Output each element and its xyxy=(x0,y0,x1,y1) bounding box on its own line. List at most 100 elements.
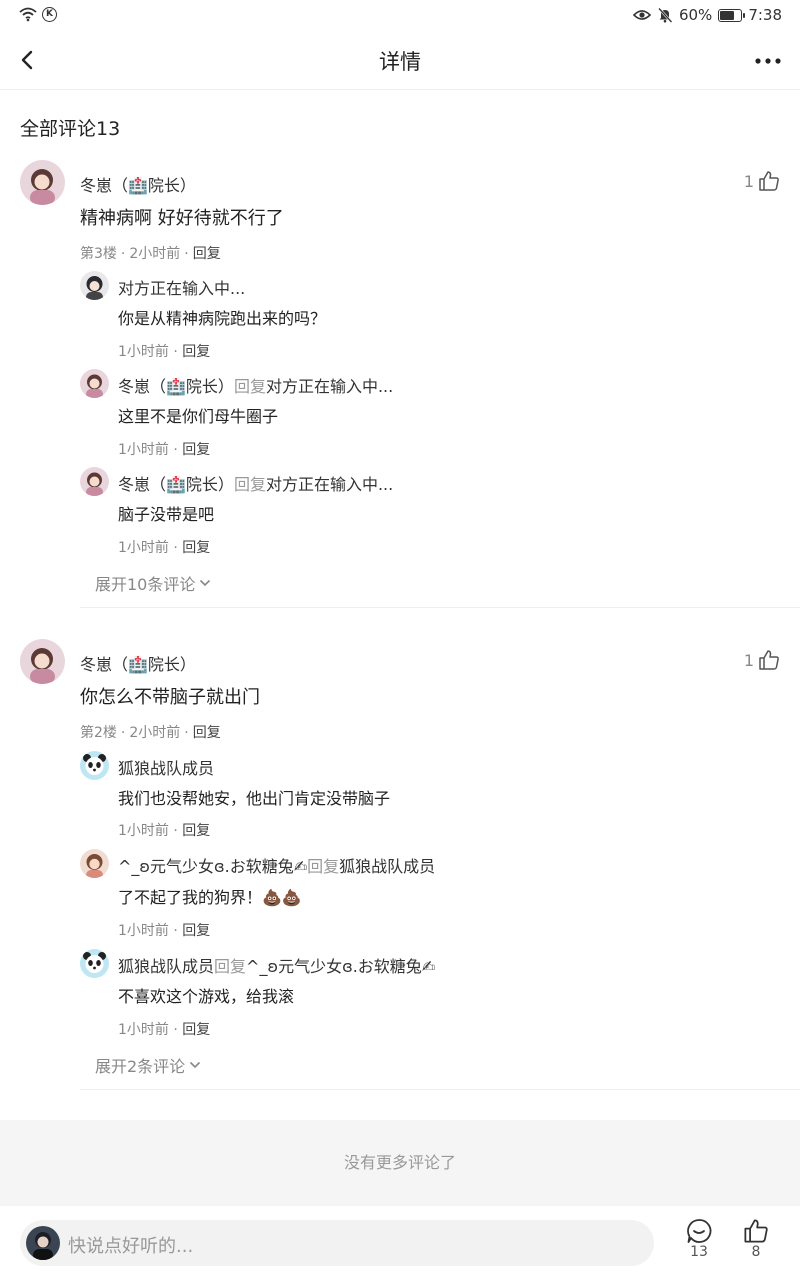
clock: 7:38 xyxy=(748,6,782,24)
no-more-comments: 没有更多评论了 xyxy=(0,1120,800,1206)
reply-author[interactable]: 冬崽（🏥院长） xyxy=(118,475,234,494)
dark-hair-avatar-icon xyxy=(80,271,109,300)
reply-time: 1小时前 xyxy=(118,540,169,556)
wifi-icon xyxy=(19,7,37,22)
anime-girl-avatar-icon xyxy=(80,369,109,398)
battery-percent: 60% xyxy=(678,6,713,24)
status-bar: K 60% 7:38 xyxy=(0,0,800,32)
divider xyxy=(80,1089,800,1090)
reply-author[interactable]: 狐狼战队成员 xyxy=(118,957,214,976)
panda-avatar-icon xyxy=(80,751,109,780)
reply-text: 这里不是你们母牛圈子 xyxy=(118,407,279,426)
status-left: K xyxy=(18,6,57,22)
more-button[interactable] xyxy=(754,48,784,74)
reply-meta: 1小时前 · 回复 xyxy=(118,923,211,939)
reply-author[interactable]: ^_ʚ元气少女ɞ.お软糖兔✍ xyxy=(118,857,307,876)
nav-header: 详情 xyxy=(0,32,800,90)
reply-username: ^_ʚ元气少女ɞ.お软糖兔✍回复狐狼战队成员 xyxy=(118,853,435,877)
thumbs-up-icon xyxy=(759,650,779,670)
chevron-down-icon xyxy=(190,1061,201,1069)
like-button[interactable]: 1 xyxy=(744,649,780,671)
expand-replies-button[interactable]: 展开10条评论 xyxy=(95,571,211,595)
reply-meta: 1小时前 · 回复 xyxy=(118,344,211,360)
reply-target[interactable]: ^_ʚ元气少女ɞ.お软糖兔✍ xyxy=(246,957,435,976)
comment-meta: 第3楼 · 2小时前 · 回复 xyxy=(80,246,221,262)
reply-button[interactable]: 回复 xyxy=(182,1022,210,1038)
reply-text: 你是从精神病院跑出来的吗？ xyxy=(118,309,327,328)
battery-icon xyxy=(718,8,746,22)
anime-girl-avatar-icon xyxy=(20,160,65,205)
reply-time: 1小时前 xyxy=(118,923,169,939)
battery-level xyxy=(720,10,734,20)
panda-avatar-icon xyxy=(80,949,109,978)
reply-time: 1小时前 xyxy=(118,344,169,360)
reply-time: 1小时前 xyxy=(118,442,169,458)
reply-author[interactable]: 冬崽（🏥院长） xyxy=(118,377,234,396)
avatar[interactable] xyxy=(80,369,109,398)
avatar[interactable] xyxy=(80,949,109,978)
comment-time: 2小时前 xyxy=(129,246,181,262)
k-badge-icon: K xyxy=(42,6,57,22)
reply-button[interactable]: 回复 xyxy=(182,923,210,939)
comment-input[interactable]: 快说点好听的... xyxy=(20,1220,654,1266)
reply-word: 回复 xyxy=(214,957,247,976)
thumbs-up-icon xyxy=(759,171,779,191)
reply-text: 脑子没带是吧 xyxy=(118,505,215,524)
reply-target[interactable]: 对方正在输入中... xyxy=(266,377,393,396)
reply-button[interactable]: 回复 xyxy=(182,344,210,360)
reply-username[interactable]: 对方正在输入中... xyxy=(118,275,245,299)
reply-button[interactable]: 回复 xyxy=(182,823,210,839)
comment-count: 13 xyxy=(690,1244,708,1260)
expand-replies-button[interactable]: 展开2条评论 xyxy=(95,1053,201,1077)
like-count: 1 xyxy=(743,650,754,670)
reply-username: 冬崽（🏥院长）回复对方正在输入中... xyxy=(118,471,393,495)
reply-meta: 1小时前 · 回复 xyxy=(118,540,211,556)
reply-button[interactable]: 回复 xyxy=(193,246,221,262)
reply-username[interactable]: 狐狼战队成员 xyxy=(118,755,214,779)
expand-label: 展开10条评论 xyxy=(95,575,196,594)
comment-text: 你怎么不带脑子就出门 xyxy=(80,687,260,708)
floor-label: 第2楼 xyxy=(80,725,117,741)
anime-girl-avatar-icon xyxy=(20,639,65,684)
expand-label: 展开2条评论 xyxy=(95,1057,186,1076)
reply-word: 回复 xyxy=(233,377,266,396)
reply-button[interactable]: 回复 xyxy=(182,442,210,458)
reply-username: 冬崽（🏥院长）回复对方正在输入中... xyxy=(118,373,393,397)
avatar[interactable] xyxy=(80,751,109,780)
divider xyxy=(80,607,800,608)
comments-button[interactable]: 13 xyxy=(679,1218,719,1260)
comment-username[interactable]: 冬崽（🏥院长） xyxy=(80,651,196,675)
like-post-button[interactable]: 8 xyxy=(736,1218,776,1260)
comment-bubble-icon xyxy=(687,1219,712,1243)
avatar[interactable] xyxy=(80,467,109,496)
reply-target[interactable]: 狐狼战队成员 xyxy=(339,857,435,876)
bell-muted-icon xyxy=(658,7,673,23)
avatar[interactable] xyxy=(20,160,65,205)
reply-time: 1小时前 xyxy=(118,823,169,839)
girl-photo-avatar-icon xyxy=(80,849,109,878)
user-avatar-icon xyxy=(26,1226,60,1260)
avatar[interactable] xyxy=(20,639,65,684)
my-avatar xyxy=(26,1226,60,1260)
reply-button[interactable]: 回复 xyxy=(182,540,210,556)
post-like-count: 8 xyxy=(751,1244,761,1260)
bottom-bar: 快说点好听的... 13 8 xyxy=(0,1206,800,1280)
more-dots-icon xyxy=(755,58,781,64)
reply-word: 回复 xyxy=(233,475,266,494)
thumbs-up-icon xyxy=(744,1219,768,1243)
avatar[interactable] xyxy=(80,271,109,300)
reply-button[interactable]: 回复 xyxy=(193,725,221,741)
chevron-down-icon xyxy=(200,579,211,587)
reply-time: 1小时前 xyxy=(118,1022,169,1038)
like-count: 1 xyxy=(743,171,754,191)
reply-text: 不喜欢这个游戏，给我滚 xyxy=(118,987,295,1006)
reply-username: 狐狼战队成员回复^_ʚ元气少女ɞ.お软糖兔✍ xyxy=(118,953,435,977)
like-button[interactable]: 1 xyxy=(744,170,780,192)
reply-target[interactable]: 对方正在输入中... xyxy=(266,475,393,494)
avatar[interactable] xyxy=(80,849,109,878)
comment-text: 精神病啊 好好待就不行了 xyxy=(80,208,284,229)
comments-count-title: 全部评论13 xyxy=(20,118,121,140)
comment-username[interactable]: 冬崽（🏥院长） xyxy=(80,172,196,196)
eye-icon xyxy=(632,10,651,20)
anime-girl-avatar-icon xyxy=(80,467,109,496)
